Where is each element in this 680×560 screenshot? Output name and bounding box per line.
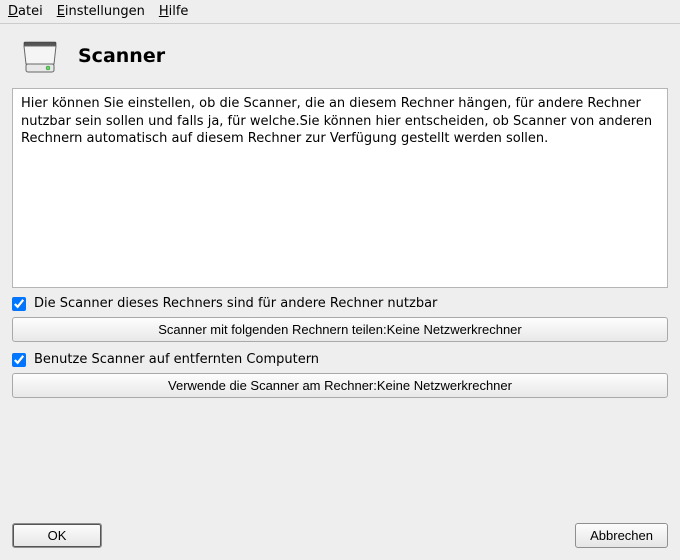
use-remote-row[interactable]: Benutze Scanner auf entfernten Computern	[12, 350, 668, 369]
share-local-checkbox[interactable]	[12, 297, 26, 311]
menu-file-rest: atei	[18, 4, 43, 19]
menu-file[interactable]: Datei	[8, 4, 43, 19]
share-local-row[interactable]: Die Scanner dieses Rechners sind für and…	[12, 294, 668, 313]
share-with-hosts-button[interactable]: Scanner mit folgenden Rechnern teilen:Ke…	[12, 317, 668, 342]
menu-help-rest: ilfe	[169, 4, 189, 19]
header: Scanner	[0, 24, 680, 88]
ok-button[interactable]: OK	[12, 523, 102, 548]
options-group: Die Scanner dieses Rechners sind für and…	[12, 294, 668, 406]
use-remote-label: Benutze Scanner auf entfernten Computern	[34, 352, 319, 367]
share-local-label: Die Scanner dieses Rechners sind für and…	[34, 296, 437, 311]
menu-help[interactable]: Hilfe	[159, 4, 189, 19]
page-title: Scanner	[78, 45, 165, 67]
content-area: Hier können Sie einstellen, ob die Scann…	[0, 88, 680, 515]
scanner-icon	[18, 34, 62, 78]
menu-settings-rest: instellungen	[65, 4, 145, 19]
menu-settings[interactable]: Einstellungen	[57, 4, 145, 19]
description-text: Hier können Sie einstellen, ob die Scann…	[12, 88, 668, 288]
cancel-button[interactable]: Abbrechen	[575, 523, 668, 548]
use-remote-hosts-button[interactable]: Verwende die Scanner am Rechner:Keine Ne…	[12, 373, 668, 398]
use-remote-checkbox[interactable]	[12, 353, 26, 367]
menubar: Datei Einstellungen Hilfe	[0, 0, 680, 24]
dialog-button-bar: OK Abbrechen	[0, 515, 680, 560]
